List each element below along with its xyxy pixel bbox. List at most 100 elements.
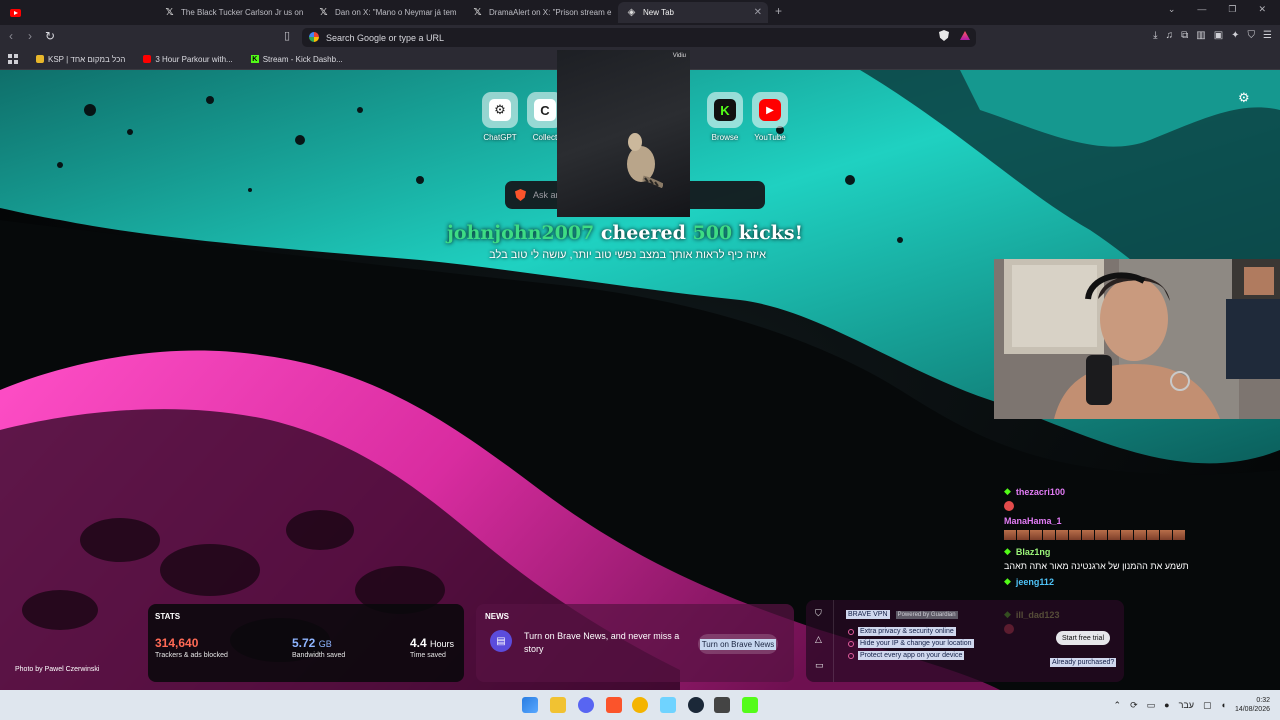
check-icon bbox=[848, 640, 854, 647]
tab-new-tab[interactable]: ◈ New Tab ✕ bbox=[618, 2, 768, 23]
address-placeholder: Search Google or type a URL bbox=[326, 32, 445, 43]
toolbar-actions: ⤓ ♫ ⧉ ▥ ▣ ✦ ⛉ ☰ bbox=[1153, 30, 1272, 41]
bookmark-kick-dashboard[interactable]: K Stream - Kick Dashb... bbox=[250, 55, 343, 64]
youtube-icon bbox=[143, 55, 152, 63]
tab-youtube[interactable] bbox=[2, 2, 32, 23]
download-icon[interactable]: ⤓ bbox=[1153, 30, 1157, 41]
chat-message: ◆ thezacri100 bbox=[1004, 486, 1254, 497]
chat-message: ◆ Blaz1ng bbox=[1004, 546, 1254, 557]
cheer-message: איזה כיף לראות אותך במצב נפשי טוב יותר, … bbox=[489, 249, 766, 261]
news-card: NEWS ▤ Turn on Brave News, and never mis… bbox=[476, 604, 794, 682]
vpn-icon[interactable]: ⛉ bbox=[1248, 30, 1256, 41]
close-icon[interactable]: ✕ bbox=[754, 7, 762, 18]
badge-icon: ◆ bbox=[1004, 546, 1011, 556]
tab-1[interactable]: 𝕏 The Black Tucker Carlson Jr us on X bbox=[156, 2, 304, 23]
back-button[interactable]: ‹ bbox=[9, 29, 13, 43]
turn-on-news-button[interactable]: Turn on Brave News bbox=[698, 634, 778, 654]
top-site-kick[interactable]: K bbox=[707, 92, 743, 128]
app-icon[interactable] bbox=[660, 697, 676, 713]
gear-icon[interactable]: ⚙ bbox=[1238, 90, 1250, 106]
cheer-verb: cheered bbox=[600, 222, 686, 244]
sync-icon[interactable]: ⟳ bbox=[1130, 700, 1138, 711]
kick-icon: K bbox=[250, 55, 259, 63]
chat-message: ◆ jeeng112 bbox=[1004, 576, 1254, 587]
brave-icon[interactable] bbox=[606, 697, 622, 713]
tab-2[interactable]: 𝕏 Dan on X: "Mano o Neymar já tem ta bbox=[310, 2, 458, 23]
system-tray: ⌃ ⟳ ▭ ● עבר ▢ ◖ 0:32 14/08/2026 bbox=[1114, 696, 1270, 714]
stat-label: Time saved bbox=[410, 652, 446, 659]
wallet-icon[interactable]: ▣ bbox=[1214, 30, 1223, 41]
obs-icon[interactable] bbox=[714, 697, 730, 713]
collect-icon: C bbox=[534, 99, 556, 121]
stats-title: STATS bbox=[155, 612, 181, 621]
bookmark-parkour[interactable]: 3 Hour Parkour with... bbox=[143, 54, 233, 64]
news-title: NEWS bbox=[485, 612, 509, 621]
network-icon[interactable]: ▢ bbox=[1203, 700, 1212, 711]
stats-card: STATS 314,640 Trackers & ads blocked 5.7… bbox=[148, 604, 464, 682]
google-icon bbox=[309, 32, 319, 42]
chevron-up-icon[interactable]: ⌃ bbox=[1114, 700, 1122, 711]
discord-icon[interactable] bbox=[578, 697, 594, 713]
chrome-icon[interactable] bbox=[632, 697, 648, 713]
stat-value: 5.72 bbox=[292, 636, 316, 650]
chatgpt-icon: ⚙ bbox=[489, 99, 511, 121]
badge-icon: ◆ bbox=[1004, 486, 1011, 496]
bookmark-label: 3 Hour Parkour with... bbox=[155, 54, 233, 64]
streamer-webcam-frame bbox=[994, 259, 1280, 419]
top-site-chatgpt[interactable]: ⚙ bbox=[482, 92, 518, 128]
kick-icon[interactable] bbox=[742, 697, 758, 713]
address-bar[interactable]: Search Google or type a URL bbox=[302, 28, 976, 47]
list-item: Hide your IP & change your location bbox=[848, 639, 974, 648]
vpn-features: Extra privacy & security online Hide you… bbox=[848, 627, 974, 663]
card-icon[interactable]: ▭ bbox=[815, 660, 824, 671]
steam-icon[interactable] bbox=[688, 697, 704, 713]
search-placeholder: Ask ar bbox=[533, 190, 559, 200]
chat-username: Blaz1ng bbox=[1015, 546, 1051, 557]
forward-button[interactable]: › bbox=[28, 29, 32, 43]
already-purchased-link[interactable]: Already purchased? bbox=[1050, 653, 1117, 667]
maximize-button[interactable]: ❐ bbox=[1228, 4, 1236, 15]
chat-username: thezacri100 bbox=[1015, 486, 1065, 497]
reload-button[interactable]: ↻ bbox=[45, 29, 55, 43]
minimize-button[interactable]: — bbox=[1197, 4, 1206, 15]
kick-icon: K bbox=[714, 99, 736, 121]
chevron-down-icon[interactable]: ⌄ bbox=[1168, 4, 1176, 15]
stat-trackers: 314,640 Trackers & ads blocked bbox=[155, 636, 228, 659]
media-icon[interactable]: ♫ bbox=[1166, 30, 1174, 41]
mic-icon[interactable]: ● bbox=[1164, 700, 1169, 710]
rewards-icon[interactable]: △ bbox=[815, 634, 822, 645]
tab-title: Dan on X: "Mano o Neymar já tem ta bbox=[335, 8, 458, 17]
sidebar-icon[interactable]: ▥ bbox=[1196, 30, 1205, 41]
brave-icon: ◈ bbox=[627, 7, 636, 18]
check-icon bbox=[848, 652, 854, 659]
stat-unit: Hours bbox=[430, 639, 455, 649]
menu-icon[interactable]: ☰ bbox=[1263, 30, 1272, 41]
bookmark-icon[interactable]: ▯ bbox=[284, 29, 290, 42]
volume-icon[interactable]: ◖ bbox=[1221, 700, 1226, 710]
clock[interactable]: 0:32 14/08/2026 bbox=[1235, 696, 1270, 714]
extensions-icon[interactable]: ⧉ bbox=[1181, 30, 1188, 41]
window-controls: ⌄ — ❐ ✕ bbox=[1168, 4, 1266, 15]
vpn-powered: Powered by Guardian bbox=[895, 610, 958, 619]
leo-icon[interactable]: ✦ bbox=[1231, 30, 1239, 41]
file-explorer-icon[interactable] bbox=[550, 697, 566, 713]
news-text: Turn on Brave News, and never miss a sto… bbox=[524, 631, 680, 654]
photo-credit[interactable]: Photo by Pawel Czerwinski bbox=[15, 666, 99, 673]
top-site-youtube[interactable]: ▶ bbox=[752, 92, 788, 128]
windows-start-icon[interactable] bbox=[522, 697, 538, 713]
folder-icon[interactable]: ▭ bbox=[1147, 700, 1156, 711]
tab-title: The Black Tucker Carlson Jr us on X bbox=[181, 8, 304, 17]
vpn-icon[interactable]: ⛉ bbox=[815, 608, 822, 619]
close-window-button[interactable]: ✕ bbox=[1258, 4, 1266, 15]
chat-message-text: תשמע את ההמנון של ארגנטינה מאור אתה תאהב bbox=[1004, 561, 1189, 571]
tab-3[interactable]: 𝕏 DramaAlert on X: "Prison stream end bbox=[464, 2, 612, 23]
stat-value: 314,640 bbox=[155, 636, 199, 650]
new-tab-button[interactable]: + bbox=[775, 4, 782, 18]
brave-search-icon bbox=[515, 189, 526, 201]
language-indicator[interactable]: עבר bbox=[1179, 700, 1194, 710]
apps-grid-icon[interactable] bbox=[8, 54, 18, 64]
news-icon: ▤ bbox=[490, 630, 512, 652]
bookmark-ksp[interactable]: KSP | הכל במקום אחד bbox=[36, 55, 125, 64]
stat-label: Trackers & ads blocked bbox=[155, 652, 228, 659]
start-trial-button[interactable]: Start free trial bbox=[1056, 631, 1110, 645]
